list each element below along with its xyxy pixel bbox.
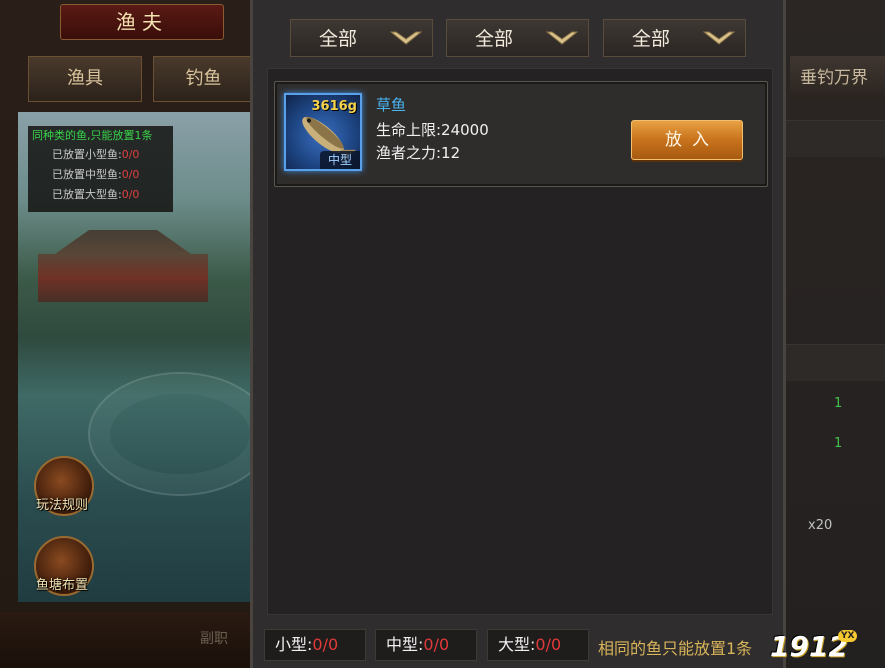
filter-dropdown-2[interactable]: 全部 [446, 19, 589, 57]
logo-text: 1912 [770, 630, 848, 663]
site-logo: 1912 YX [770, 628, 882, 666]
filter-label: 全部 [632, 28, 671, 50]
right-band [782, 344, 885, 381]
chevron-down-icon [703, 31, 735, 45]
pavilion-illustration [38, 230, 208, 302]
tab-fishing-gear[interactable]: 渔具 [28, 56, 142, 102]
fish-item-icon[interactable]: 3616g 中型 [284, 93, 362, 171]
panel-title: 渔夫 [60, 4, 224, 40]
counter-value: 0/0 [423, 635, 450, 654]
filter-label: 全部 [319, 28, 358, 50]
counter-value: 0/0 [312, 635, 339, 654]
side-job-label: 副职 [200, 631, 228, 647]
chevron-down-icon [546, 31, 578, 45]
fish-size-badge: 中型 [320, 151, 360, 169]
placement-info-box: 同种类的鱼,只能放置1条 已放置小型鱼:0/0 已放置中型鱼:0/0 已放置大型… [28, 126, 173, 212]
fish-list: 3616g 中型 草鱼 生命上限:24000 渔者之力:12 放入 [267, 68, 773, 615]
filter-dropdown-1[interactable]: 全部 [290, 19, 433, 57]
right-band [782, 120, 885, 157]
chevron-down-icon [390, 31, 422, 45]
counter-label: 中型: [386, 635, 424, 654]
background-right-panel: 垂钓万界 1 1 x20 [782, 0, 885, 668]
bottom-strip: 副职 [0, 612, 252, 668]
info-header: 同种类的鱼,只能放置1条 [32, 129, 153, 142]
info-row: 已放置小型鱼:0/0 [52, 148, 140, 161]
fish-select-dialog: 全部 全部 全部 3616g 中型 草鱼 生命上限:24000 渔者之力:12 … [250, 0, 786, 668]
tab-fishing-realms[interactable]: 垂钓万界 [790, 56, 885, 100]
tab-fishing[interactable]: 钓鱼 [153, 56, 254, 102]
fish-name: 草鱼 [376, 96, 407, 114]
filter-dropdown-3[interactable]: 全部 [603, 19, 746, 57]
counter-label: 小型: [275, 635, 313, 654]
right-value: 1 [834, 396, 843, 411]
fish-weight: 3616g [311, 99, 358, 114]
logo-badge: YX [838, 630, 858, 642]
list-item[interactable]: 3616g 中型 草鱼 生命上限:24000 渔者之力:12 放入 [274, 81, 768, 187]
large-fish-counter: 大型:0/0 [487, 629, 589, 661]
rules-button-label: 玩法规则 [35, 498, 88, 513]
fish-stat-hp: 生命上限:24000 [376, 121, 489, 139]
water-ripples [88, 372, 252, 496]
background-left-panel: 渔夫 渔具 钓鱼 同种类的鱼,只能放置1条 已放置小型鱼:0/0 已放置中型鱼:… [0, 0, 254, 668]
counter-label: 大型: [498, 635, 536, 654]
place-in-button[interactable]: 放入 [631, 120, 743, 160]
right-value: 1 [834, 436, 843, 451]
medium-fish-counter: 中型:0/0 [375, 629, 477, 661]
info-row: 已放置中型鱼:0/0 [52, 168, 140, 181]
placement-notice: 相同的鱼只能放置1条 [598, 639, 753, 658]
item-count: x20 [808, 518, 833, 533]
counter-value: 0/0 [535, 635, 562, 654]
small-fish-counter: 小型:0/0 [264, 629, 366, 661]
filter-label: 全部 [475, 28, 514, 50]
fish-stat-power: 渔者之力:12 [376, 144, 461, 162]
info-row: 已放置大型鱼:0/0 [52, 188, 140, 201]
pond-layout-button-label: 鱼塘布置 [35, 578, 88, 593]
